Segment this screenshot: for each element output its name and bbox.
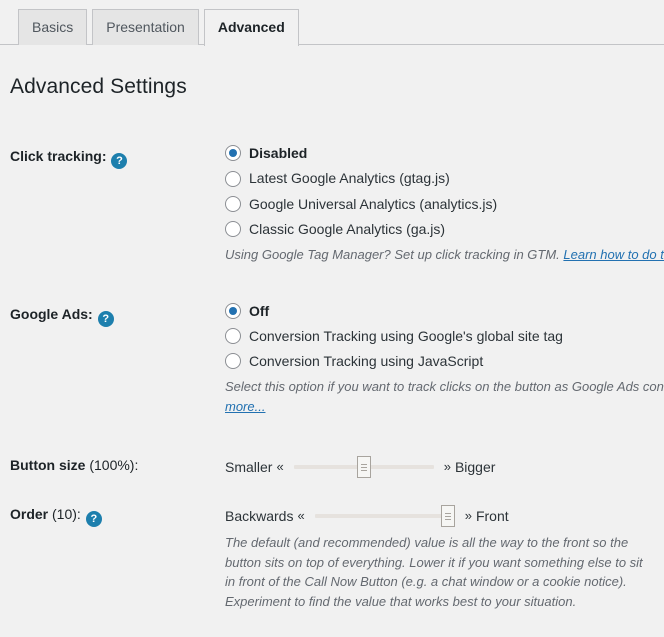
google-ads-description: Select this option if you want to track … (225, 377, 664, 416)
radio-label-disabled[interactable]: Disabled (249, 144, 307, 162)
radio-option-off[interactable]: Off (225, 302, 654, 320)
order-slider-row: Backwards « » Front (225, 505, 654, 528)
button-size-left-arrow: « (276, 458, 284, 474)
button-size-slider-cell: Smaller « » Bigger (225, 442, 664, 491)
button-size-max-label: Bigger (454, 459, 496, 476)
radio-option-disabled[interactable]: Disabled (225, 144, 654, 162)
setting-row-click-tracking: Click tracking:? Disabled Latest Google … (0, 133, 664, 290)
button-size-slider-handle[interactable] (356, 456, 371, 479)
tab-basics[interactable]: Basics (18, 9, 88, 45)
setting-row-order: Order (10):? Backwards « » Front The def… (0, 491, 664, 637)
setting-row-button-size: Button size (100%): Smaller « » Bigger (0, 442, 664, 491)
order-slider-cell: Backwards « » Front The default (and rec… (225, 491, 664, 637)
help-icon[interactable]: ? (85, 511, 102, 528)
radio-icon-classic-analytics[interactable] (225, 220, 241, 237)
radio-icon-global-site-tag[interactable] (225, 327, 241, 344)
help-icon[interactable]: ? (111, 153, 128, 170)
order-value: (10): (48, 506, 81, 523)
order-slider[interactable] (314, 505, 455, 528)
radio-option-javascript[interactable]: Conversion Tracking using JavaScript (225, 352, 654, 370)
radio-icon-universal-analytics[interactable] (225, 195, 241, 212)
radio-label-gtag[interactable]: Latest Google Analytics (gtag.js) (249, 169, 450, 187)
settings-form-table: Click tracking:? Disabled Latest Google … (0, 133, 664, 637)
order-label-cell: Order (10):? (0, 491, 225, 637)
google-ads-options-cell: Off Conversion Tracking using Google's g… (225, 291, 664, 443)
radio-icon-disabled[interactable] (225, 145, 241, 162)
click-tracking-label: Click tracking: (10, 148, 107, 165)
order-label: Order (10, 506, 49, 523)
setting-row-google-ads: Google Ads:? Off Conversion Tracking usi… (0, 291, 664, 443)
order-slider-track[interactable] (314, 514, 455, 519)
click-tracking-label-cell: Click tracking:? (0, 133, 225, 290)
help-icon[interactable]: ? (97, 310, 114, 327)
radio-icon-gtag[interactable] (225, 170, 241, 187)
click-tracking-description: Using Google Tag Manager? Set up click t… (225, 245, 664, 265)
click-tracking-learn-more-link[interactable]: Learn how to do this... (563, 247, 664, 262)
radio-icon-off[interactable] (225, 302, 241, 319)
google-ads-label-cell: Google Ads:? (0, 291, 225, 443)
radio-option-gtag[interactable]: Latest Google Analytics (gtag.js) (225, 169, 654, 187)
radio-label-off[interactable]: Off (249, 302, 269, 320)
radio-label-classic-analytics[interactable]: Classic Google Analytics (ga.js) (249, 220, 445, 238)
tab-presentation[interactable]: Presentation (92, 9, 199, 45)
radio-label-global-site-tag[interactable]: Conversion Tracking using Google's globa… (249, 327, 563, 345)
order-slider-handle[interactable] (440, 505, 455, 528)
button-size-label-cell: Button size (100%): (0, 442, 225, 491)
click-tracking-options-cell: Disabled Latest Google Analytics (gtag.j… (225, 133, 664, 290)
page-title: Advanced Settings (10, 75, 187, 98)
button-size-slider[interactable] (293, 456, 434, 479)
radio-label-javascript[interactable]: Conversion Tracking using JavaScript (249, 352, 483, 370)
button-size-label: Button size (10, 457, 86, 474)
button-size-slider-row: Smaller « » Bigger (225, 456, 654, 479)
radio-option-classic-analytics[interactable]: Classic Google Analytics (ga.js) (225, 220, 654, 238)
button-size-value: (100%): (85, 457, 139, 474)
radio-option-global-site-tag[interactable]: Conversion Tracking using Google's globa… (225, 327, 654, 345)
tab-advanced[interactable]: Advanced (203, 9, 299, 46)
order-left-arrow: « (297, 507, 305, 523)
radio-label-universal-analytics[interactable]: Google Universal Analytics (analytics.js… (249, 195, 497, 213)
google-ads-description-text: Select this option if you want to track … (225, 379, 664, 395)
order-right-arrow: » (464, 507, 472, 523)
google-ads-label: Google Ads: (10, 305, 93, 322)
button-size-right-arrow: » (443, 458, 451, 474)
order-min-label: Backwards (225, 508, 294, 525)
order-max-label: Front (475, 508, 509, 525)
tab-bar: Basics Presentation Advanced (0, 0, 664, 46)
radio-icon-javascript[interactable] (225, 353, 241, 370)
google-ads-more-link[interactable]: more... (225, 399, 265, 414)
radio-option-universal-analytics[interactable]: Google Universal Analytics (analytics.js… (225, 195, 654, 213)
click-tracking-description-text: Using Google Tag Manager? Set up click t… (225, 247, 564, 263)
order-description: The default (and recommended) value is a… (225, 535, 643, 609)
button-size-min-label: Smaller (225, 459, 273, 476)
